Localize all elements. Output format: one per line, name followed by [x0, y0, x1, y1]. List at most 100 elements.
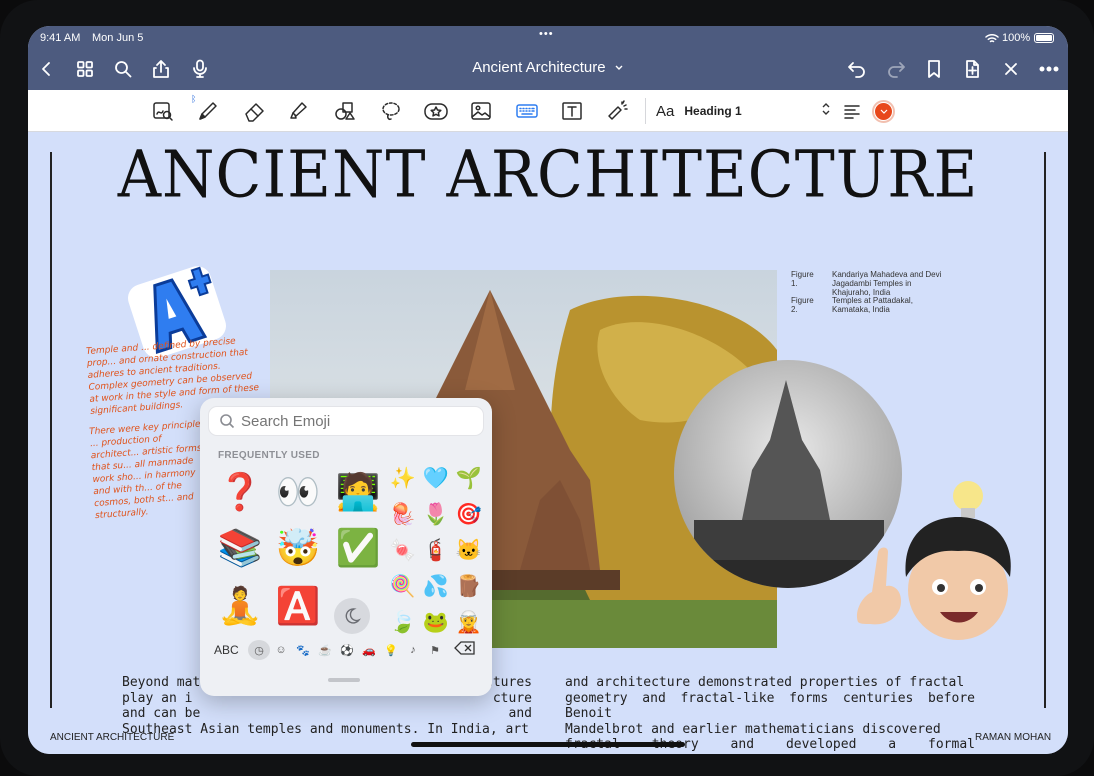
- image-icon: [471, 102, 491, 120]
- emoji-large[interactable]: 🅰️: [272, 580, 324, 632]
- emoji-small[interactable]: 🐱: [454, 536, 484, 566]
- figure-2-label: Figure 2.: [791, 296, 814, 314]
- tool-bar: ᛒ Aa Heading 1: [28, 90, 1068, 132]
- text-color-button[interactable]: [872, 100, 895, 123]
- body-line-tail: cture: [492, 690, 532, 706]
- body-line: Southeast Asian temples and monuments. I…: [122, 721, 529, 737]
- more-button[interactable]: [1034, 54, 1064, 84]
- emoji-large[interactable]: ✅: [332, 522, 384, 574]
- image-tool[interactable]: [466, 97, 496, 125]
- smiley-icon[interactable]: ☺: [270, 640, 292, 660]
- body-line: Mandelbrot and earlier mathematicians di…: [565, 721, 941, 737]
- delete-button[interactable]: [454, 640, 476, 661]
- sticker-tool[interactable]: [421, 97, 451, 125]
- figure-1-label: Figure 1.: [791, 270, 814, 288]
- close-button[interactable]: [996, 54, 1026, 84]
- highlighter-icon: [290, 102, 307, 119]
- keyboard-tool[interactable]: [512, 97, 542, 125]
- food-icon[interactable]: ☕: [314, 640, 336, 660]
- emoji-small[interactable]: ✨: [388, 464, 418, 494]
- body-line-tail: ctures: [485, 675, 532, 690]
- document-title-button[interactable]: Ancient Architecture: [28, 59, 1068, 76]
- animal-icon[interactable]: 🐾: [292, 640, 314, 660]
- lasso-tool[interactable]: [376, 97, 406, 125]
- object-icon[interactable]: 💡: [380, 640, 402, 660]
- laser-pointer-tool[interactable]: [603, 97, 633, 125]
- bookmark-icon: [928, 60, 940, 78]
- text-box-icon: [562, 102, 582, 120]
- emoji-small[interactable]: 🎯: [454, 500, 484, 530]
- toolbar-divider: [645, 98, 646, 124]
- emoji-small[interactable]: 🪵: [454, 572, 484, 602]
- emoji-small[interactable]: 🍬: [388, 536, 418, 566]
- dismiss-emoji-button[interactable]: [334, 598, 370, 634]
- emoji-search-field[interactable]: [208, 406, 484, 436]
- read-only-tool[interactable]: [148, 97, 178, 125]
- navigation-bar: 9:41 AM Mon Jun 5 ••• 100% Ancient Archi…: [28, 26, 1068, 90]
- multitask-dots-icon[interactable]: •••: [539, 28, 554, 40]
- redo-button[interactable]: [881, 54, 911, 84]
- emoji-small[interactable]: 🪼: [388, 500, 418, 530]
- emoji-search-input[interactable]: [241, 412, 461, 430]
- body-line: and can be and: [122, 706, 532, 722]
- emoji-large[interactable]: ❓: [214, 466, 266, 518]
- emoji-large[interactable]: 👀: [272, 466, 324, 518]
- emoji-small[interactable]: 🌱: [454, 464, 484, 494]
- flag-icon[interactable]: ⚑: [424, 640, 446, 660]
- text-style-picker[interactable]: Aa Heading 1: [656, 101, 831, 121]
- bookmark-button[interactable]: [919, 54, 949, 84]
- emoji-small[interactable]: 🍃: [388, 608, 418, 638]
- battery-percent: 100%: [1002, 32, 1031, 44]
- emoji-small[interactable]: 🌷: [421, 500, 451, 530]
- pen-tool[interactable]: [193, 97, 223, 125]
- undo-button[interactable]: [842, 54, 872, 84]
- memoji-sticker[interactable]: [840, 472, 1026, 662]
- text-style-label: Heading 1: [684, 104, 742, 118]
- emoji-small[interactable]: 🩵: [421, 464, 451, 494]
- emoji-small[interactable]: 🧝: [454, 608, 484, 638]
- emoji-large[interactable]: 🧘: [214, 580, 266, 632]
- emoji-large[interactable]: 🧑‍💻: [332, 466, 384, 518]
- emoji-large[interactable]: 🤯: [272, 522, 324, 574]
- status-date: Mon Jun 5: [92, 32, 144, 44]
- handwritten-note-2[interactable]: There were key principles ... production…: [89, 418, 215, 522]
- emoji-large[interactable]: 📚: [214, 522, 266, 574]
- align-left-icon: [844, 105, 860, 119]
- shapes-tool[interactable]: [329, 97, 359, 125]
- figure-1-caption: Kandariya Mahadeva and Devi Jagadambi Te…: [832, 270, 942, 297]
- status-time: 9:41 AM: [40, 32, 81, 44]
- page-heading[interactable]: ANCIENT ARCHITECTURE: [28, 137, 1068, 213]
- chevron-down-icon: [880, 109, 887, 114]
- abc-keyboard-button[interactable]: ABC: [214, 643, 248, 657]
- emoji-picker[interactable]: FREQUENTLY USED ❓👀🧑‍💻 📚🤯✅ 🧘🅰️ ✨🩵🌱 🪼🌷🎯 🍬🧯🐱 🍭💦🪵…: [200, 398, 492, 696]
- margin-line-right: [1044, 152, 1046, 708]
- text-box-tool[interactable]: [557, 97, 587, 125]
- paragraph-align-button[interactable]: [837, 97, 867, 125]
- emoji-small[interactable]: 💦: [421, 572, 451, 602]
- travel-icon[interactable]: 🚗: [358, 640, 380, 660]
- screen: 9:41 AM Mon Jun 5 ••• 100% Ancient Archi…: [28, 26, 1068, 754]
- redo-icon: [888, 62, 905, 78]
- section-title: FREQUENTLY USED: [218, 450, 320, 461]
- search-icon: [220, 414, 235, 429]
- document-page[interactable]: ANCIENT ARCHITECTURE Temple and ... defi…: [28, 132, 1068, 754]
- sport-icon[interactable]: ⚽: [336, 640, 358, 660]
- emoji-small[interactable]: 🧯: [421, 536, 451, 566]
- figure-2-caption: Temples at Pattadakal, Kamataka, India: [832, 296, 913, 314]
- eraser-tool[interactable]: [240, 97, 270, 125]
- symbol-icon[interactable]: ♪: [402, 640, 424, 660]
- add-page-button[interactable]: [957, 54, 987, 84]
- ipad-frame: 9:41 AM Mon Jun 5 ••• 100% Ancient Archi…: [0, 0, 1094, 776]
- battery-icon: [1034, 33, 1054, 43]
- lasso-icon: [382, 102, 400, 120]
- recent-icon[interactable]: ◷: [248, 640, 270, 660]
- keyboard-icon: [516, 104, 538, 118]
- panel-grabber[interactable]: [328, 678, 360, 682]
- highlighter-tool[interactable]: [284, 97, 314, 125]
- color-swatch: [875, 103, 892, 120]
- chevron-down-icon: [615, 65, 623, 71]
- add-page-icon: [966, 60, 979, 78]
- home-indicator: [411, 742, 685, 747]
- emoji-small[interactable]: 🍭: [388, 572, 418, 602]
- emoji-small[interactable]: 🐸: [421, 608, 451, 638]
